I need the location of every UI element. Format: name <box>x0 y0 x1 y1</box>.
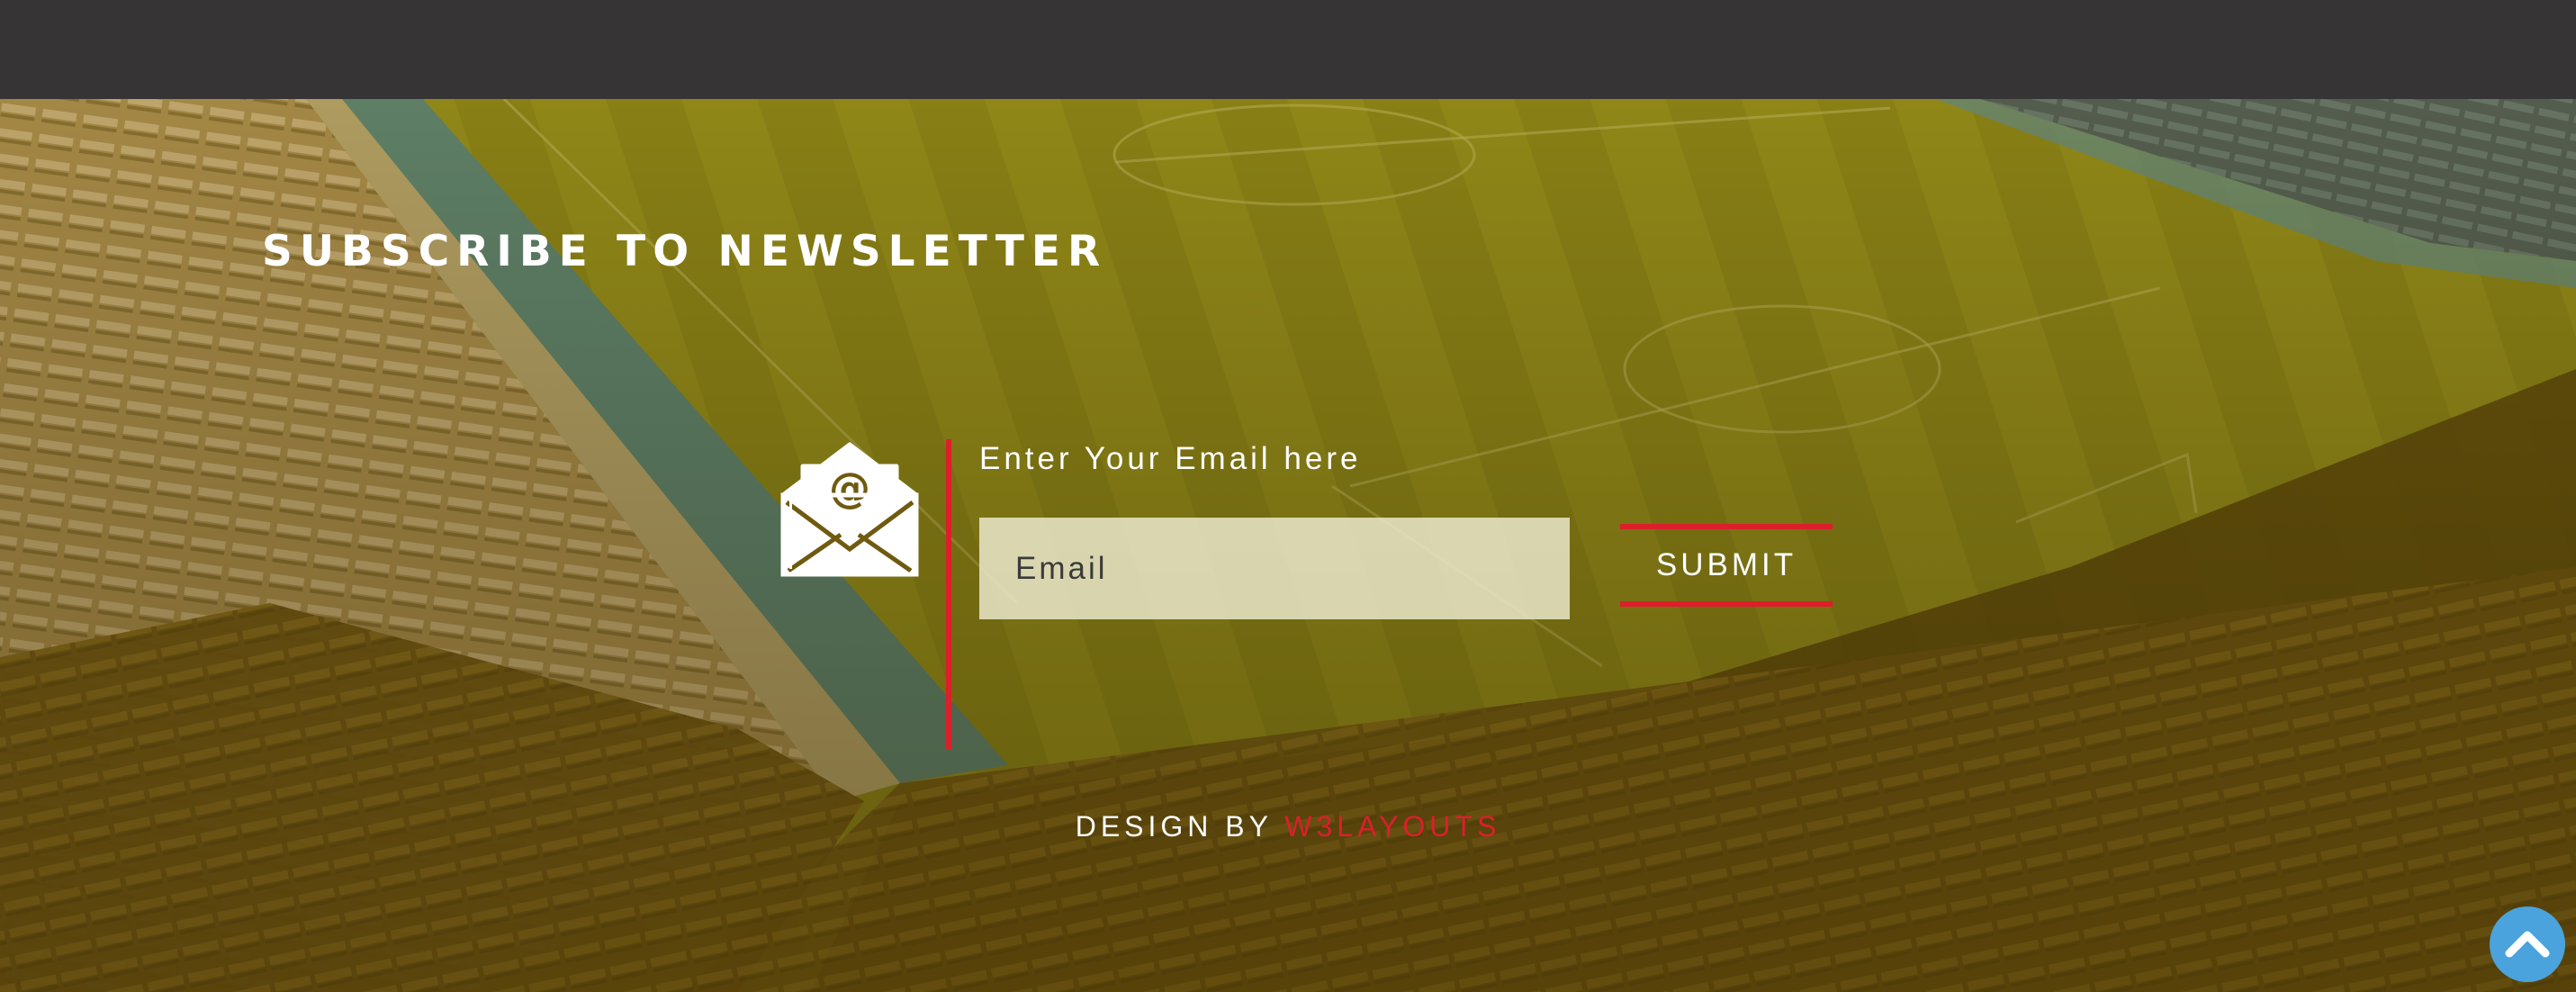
envelope-at-icon: @ <box>780 442 919 577</box>
chevron-up-icon <box>2505 931 2550 958</box>
top-bar <box>0 0 2576 99</box>
credit-link[interactable]: W3LAYOUTS <box>1284 810 1500 843</box>
scroll-to-top-button[interactable] <box>2490 906 2565 982</box>
submit-button[interactable]: SUBMIT <box>1620 524 1833 607</box>
svg-text:@: @ <box>829 464 870 512</box>
email-label: Enter Your Email here <box>979 441 1362 476</box>
newsletter-title: SUBSCRIBE TO NEWSLETTER <box>262 227 1108 276</box>
accent-divider <box>946 439 951 749</box>
footer-credit: DESIGN BY W3LAYOUTS <box>0 810 2576 843</box>
email-input[interactable] <box>979 518 1570 619</box>
credit-prefix: DESIGN BY <box>1075 810 1273 843</box>
newsletter-section: SUBSCRIBE TO NEWSLETTER @ Enter Your Ema… <box>0 99 2576 992</box>
